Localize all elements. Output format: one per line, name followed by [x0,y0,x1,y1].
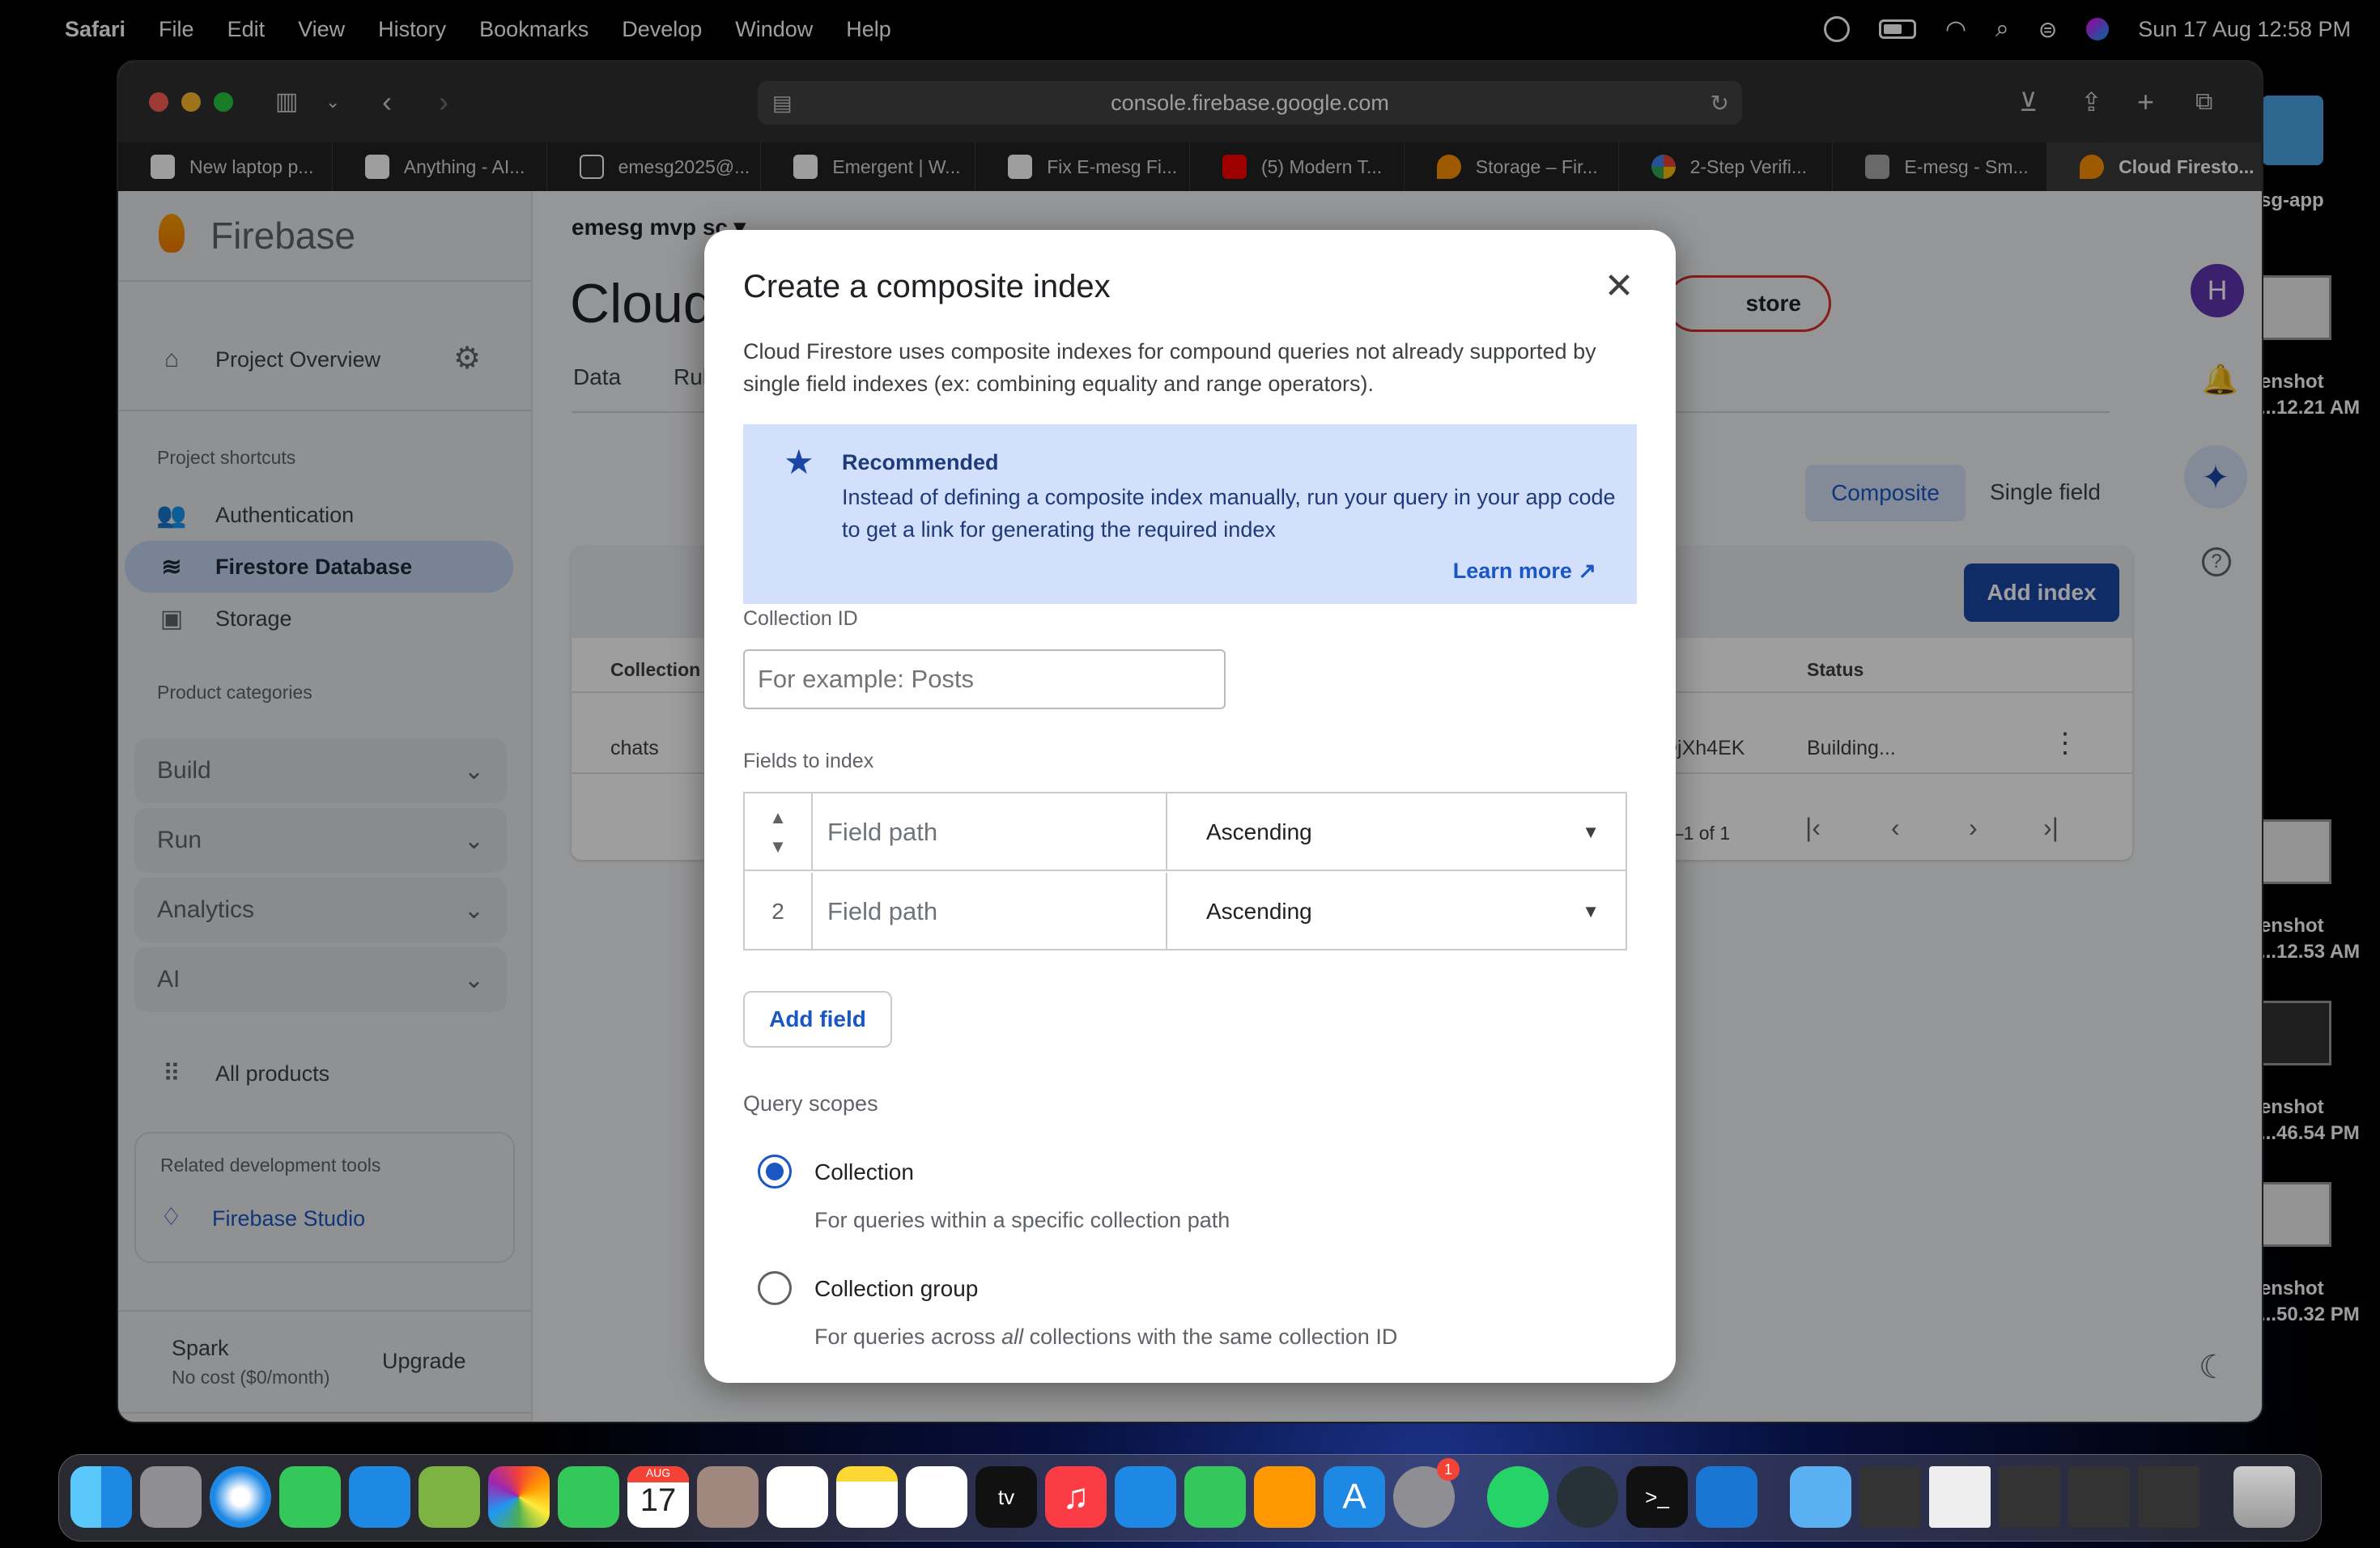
scope-collection-label[interactable]: Collection [814,1159,914,1185]
recent-window-thumbnail[interactable] [1999,1466,2060,1528]
caret-down-icon: ▼ [1582,822,1600,842]
scope-collection-group-desc: For queries across all collections with … [814,1325,1397,1350]
learn-more-label: Learn more [1452,559,1572,583]
fields-table: ▲ ▼ Field path Ascending ▼ 2 Field path As… [743,792,1627,950]
order-select[interactable]: Ascending ▼ [1167,873,1626,950]
dialog-description: Cloud Firestore uses composite indexes f… [743,339,1596,396]
desc-emphasis: all [1001,1325,1024,1349]
order-value: Ascending [1206,899,1312,924]
apple-tv-icon[interactable]: tv [975,1466,1037,1528]
mail-icon[interactable] [349,1466,410,1528]
recommended-banner: ★ Recommended Instead of defining a comp… [743,424,1637,604]
finder-icon[interactable] [70,1466,132,1528]
recent-window-thumbnail[interactable] [2138,1466,2199,1528]
contacts-icon[interactable] [697,1466,759,1528]
system-settings-icon[interactable]: 1 [1393,1458,1460,1528]
dock: AUG 17 tv ♫ A 1 >_ [58,1454,2322,1542]
messages-icon[interactable] [279,1466,341,1528]
star-icon: ★ [784,443,814,481]
trash-icon[interactable] [2233,1466,2295,1528]
vscode-icon[interactable] [1696,1466,1757,1528]
folder-stack-icon[interactable] [1790,1466,1851,1528]
pages-icon[interactable] [1254,1466,1315,1528]
add-field-button[interactable]: Add field [743,991,892,1048]
terminal-icon[interactable]: >_ [1626,1466,1688,1528]
caret-down-icon: ▼ [1582,901,1600,921]
recommended-title: Recommended [842,450,999,474]
create-composite-index-dialog: Create a composite index ✕ Cloud Firesto… [704,230,1676,1383]
recent-window-thumbnail[interactable] [1929,1466,1991,1528]
field-row: 2 Field path Ascending ▼ [745,873,1626,950]
field-row-number: 2 [745,873,813,950]
recent-window-thumbnail[interactable] [2068,1466,2130,1528]
launchpad-icon[interactable] [140,1466,202,1528]
arrow-down-icon[interactable]: ▼ [769,836,787,857]
close-icon[interactable]: ✕ [1601,269,1637,304]
facetime-icon[interactable] [558,1466,619,1528]
calendar-month: AUG [627,1466,689,1482]
collection-id-input[interactable] [743,649,1226,709]
notes-icon[interactable] [836,1466,898,1528]
notification-badge: 1 [1437,1458,1460,1481]
collection-id-label: Collection ID [743,607,858,630]
recommended-body: Instead of defining a composite index ma… [842,485,1616,542]
app-store-icon[interactable]: A [1324,1466,1385,1528]
order-value: Ascending [1206,819,1312,844]
calendar-day: 17 [640,1482,677,1518]
field-row: ▲ ▼ Field path Ascending ▼ [745,793,1626,871]
field-path-input[interactable]: Field path [813,793,1167,871]
scope-collection-group-radio[interactable] [758,1271,792,1305]
keynote-icon[interactable] [1115,1466,1176,1528]
scope-collection-group-label[interactable]: Collection group [814,1276,978,1302]
reorder-handle[interactable]: ▲ ▼ [745,793,813,871]
order-select[interactable]: Ascending ▼ [1167,793,1626,871]
numbers-icon[interactable] [1184,1466,1246,1528]
freeform-icon[interactable] [906,1466,967,1528]
photos-icon[interactable] [488,1466,550,1528]
music-icon[interactable]: ♫ [1045,1466,1107,1528]
reminders-icon[interactable] [767,1466,828,1528]
query-scopes-label: Query scopes [743,1091,878,1116]
camera-app-icon[interactable] [1557,1466,1618,1528]
calendar-icon[interactable]: AUG 17 [627,1466,689,1528]
learn-more-link[interactable]: Learn more ↗ [1453,559,1596,584]
desc-part: collections with the same collection ID [1023,1325,1398,1349]
maps-icon[interactable] [419,1466,480,1528]
fields-to-index-label: Fields to index [743,750,874,772]
desc-part: For queries across [814,1325,1002,1349]
safari-icon[interactable] [210,1466,271,1528]
whatsapp-icon[interactable] [1487,1466,1549,1528]
arrow-up-icon[interactable]: ▲ [769,807,787,828]
recent-window-thumbnail[interactable] [1859,1466,1921,1528]
field-path-input[interactable]: Field path [813,873,1167,950]
open-in-new-icon: ↗ [1578,559,1596,583]
dialog-title: Create a composite index [743,269,1111,304]
scope-collection-radio[interactable] [758,1155,792,1189]
scope-collection-desc: For queries within a specific collection… [814,1208,1230,1232]
